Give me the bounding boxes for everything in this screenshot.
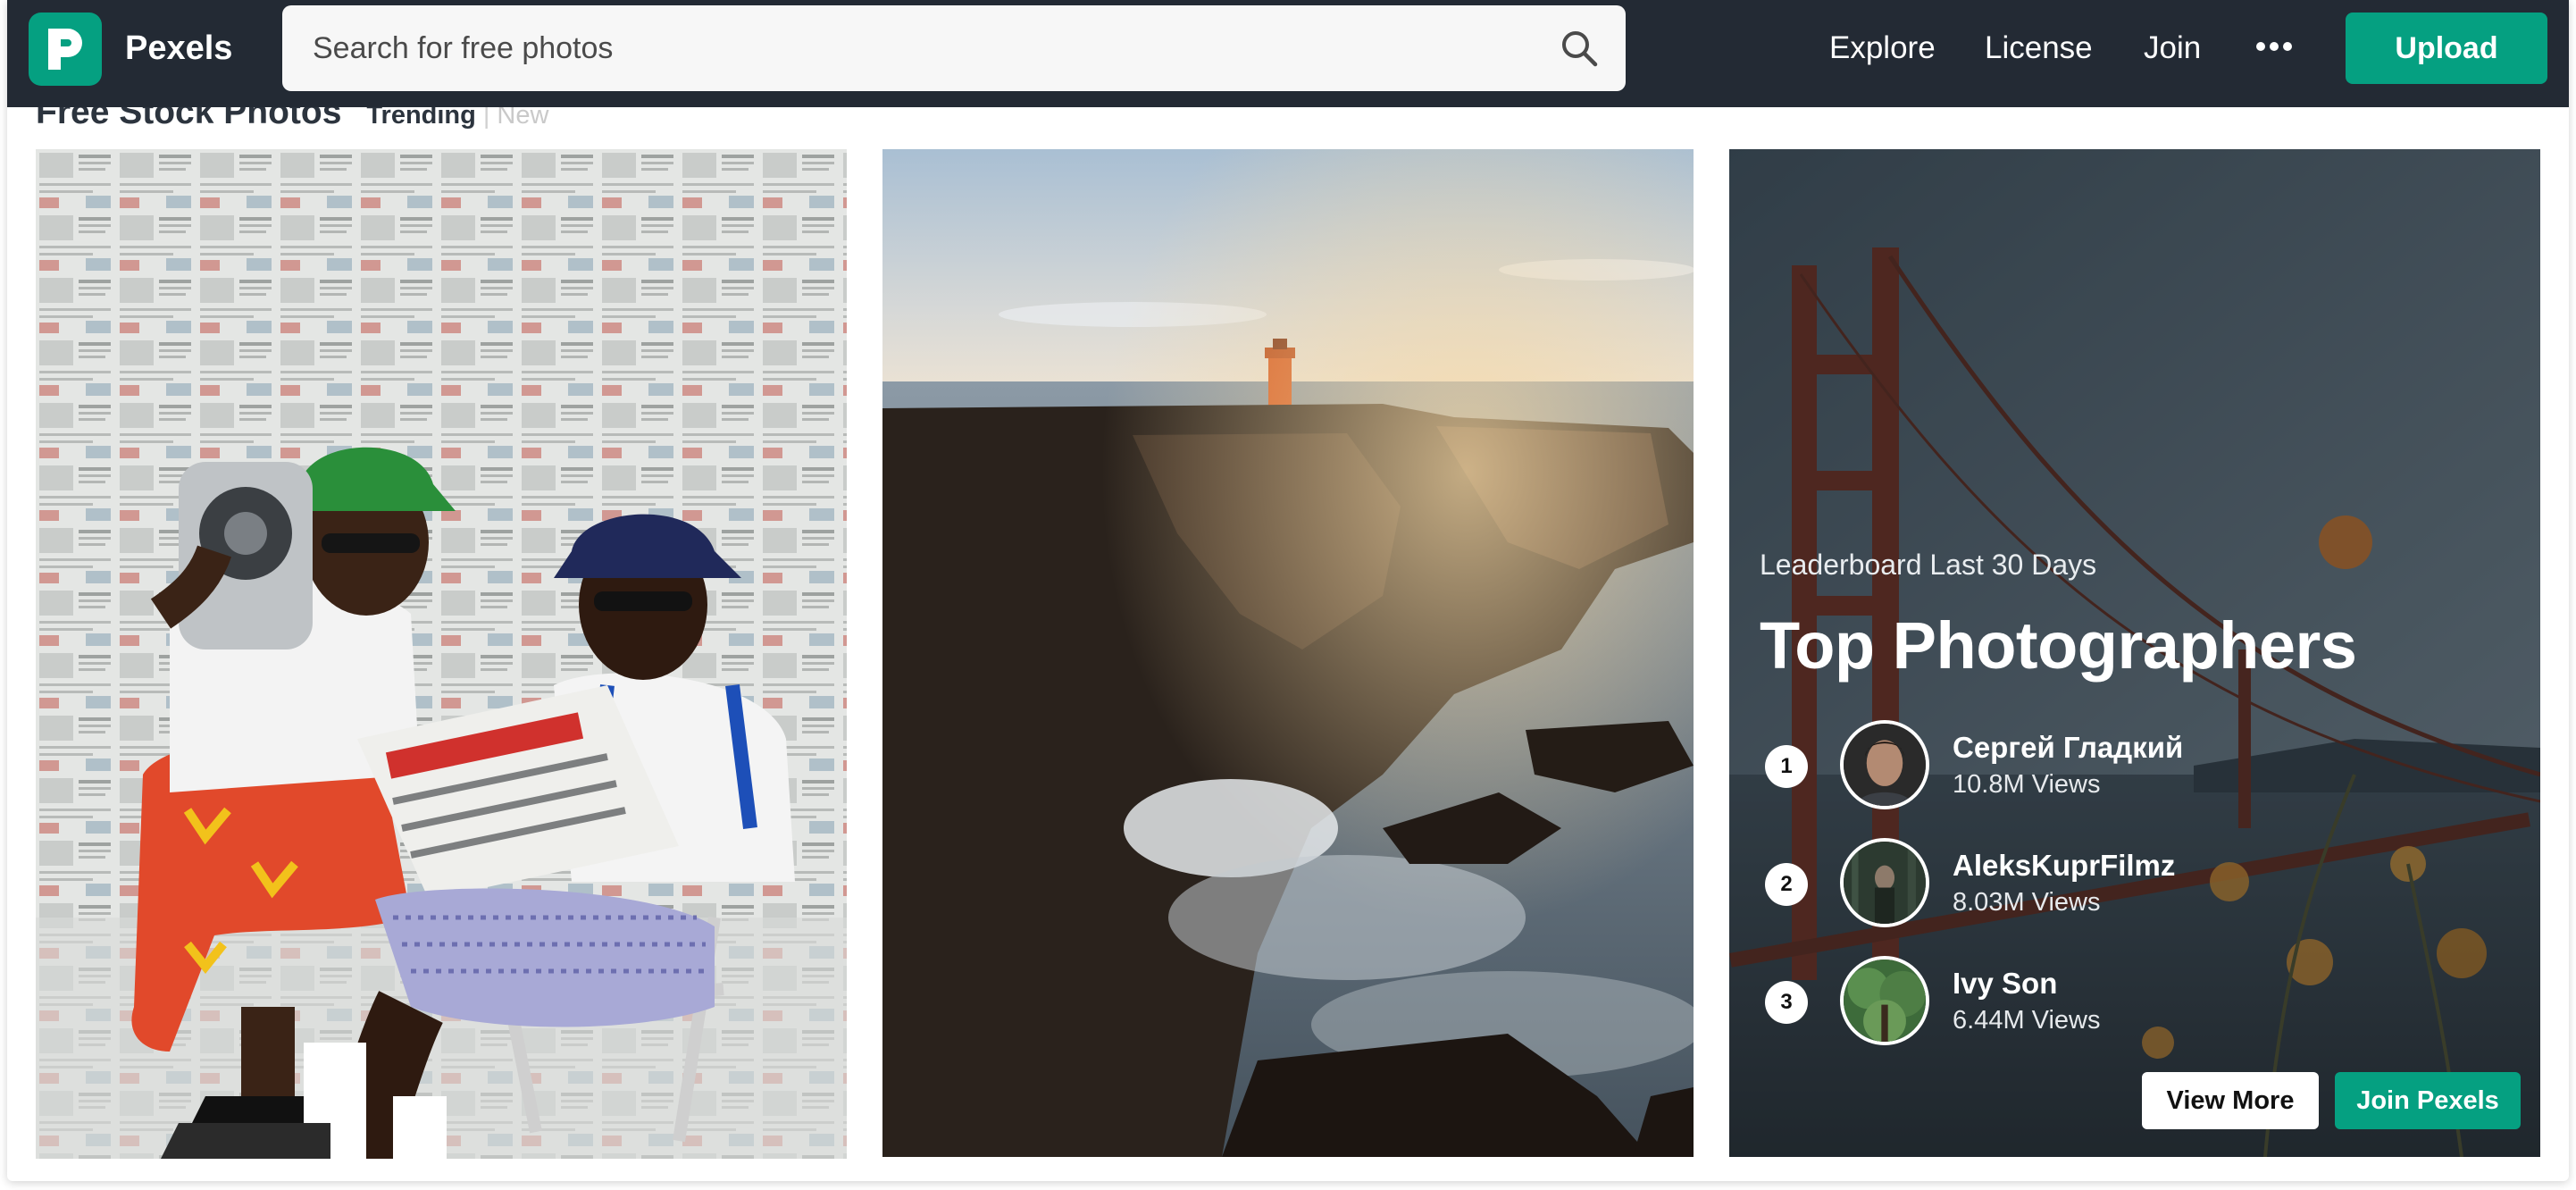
join-pexels-button[interactable]: Join Pexels (2335, 1072, 2521, 1129)
rank-badge: 3 (1765, 981, 1808, 1024)
top-navbar: Pexels Explore License Join Upload (7, 0, 2569, 107)
rank-badge: 2 (1765, 863, 1808, 906)
nav-license[interactable]: License (1985, 27, 2093, 70)
leaderboard-title: Top Photographers (1760, 608, 2357, 683)
avatar-image (1844, 842, 1926, 924)
avatar[interactable] (1840, 956, 1929, 1045)
search-icon[interactable] (1560, 29, 1599, 68)
avatar[interactable] (1840, 720, 1929, 809)
more-dots-icon[interactable] (2254, 36, 2294, 57)
photographer-name[interactable]: Сергей Гладкий (1953, 731, 2183, 765)
leaderboard-row[interactable]: 3 Ivy Son 6.44M Views (1765, 954, 2444, 1047)
avatar-image (1844, 960, 1926, 1042)
logo-glyph (48, 29, 82, 70)
search-input[interactable] (313, 5, 1545, 91)
nav-explore[interactable]: Explore (1829, 27, 1936, 70)
avatar[interactable] (1840, 838, 1929, 927)
nav-join[interactable]: Join (2144, 27, 2201, 70)
leaderboard-row[interactable]: 2 AleksKuprFilmz 8.03M Views (1765, 836, 2444, 929)
upload-button[interactable]: Upload (2346, 13, 2547, 84)
photo-lighthouse-cliffs (882, 149, 1694, 1157)
leaderboard-subtitle: Leaderboard Last 30 Days (1760, 549, 2097, 581)
photographer-name[interactable]: AleksKuprFilmz (1953, 849, 2175, 883)
view-more-button[interactable]: View More (2142, 1072, 2319, 1129)
photographer-views: 6.44M Views (1953, 1006, 2101, 1035)
browser-viewport: Free Stock Photos Trending | New Leaderb… (7, 0, 2569, 1181)
photo-card-newspaper-readers[interactable] (36, 149, 847, 1159)
photographer-views: 10.8M Views (1953, 770, 2101, 799)
brand-name[interactable]: Pexels (125, 27, 232, 70)
pexels-logo-icon[interactable] (29, 13, 102, 86)
photographer-views: 8.03M Views (1953, 888, 2101, 917)
rank-badge: 1 (1765, 745, 1808, 788)
photographer-name[interactable]: Ivy Son (1953, 967, 2057, 1001)
leaderboard-row[interactable]: 1 Сергей Гладкий 10.8M Views (1765, 718, 2444, 811)
photo-newspaper-readers (36, 149, 847, 1159)
avatar-image (1844, 724, 1926, 806)
search-bar (282, 5, 1626, 91)
photo-card-lighthouse-cliffs[interactable] (882, 149, 1694, 1157)
